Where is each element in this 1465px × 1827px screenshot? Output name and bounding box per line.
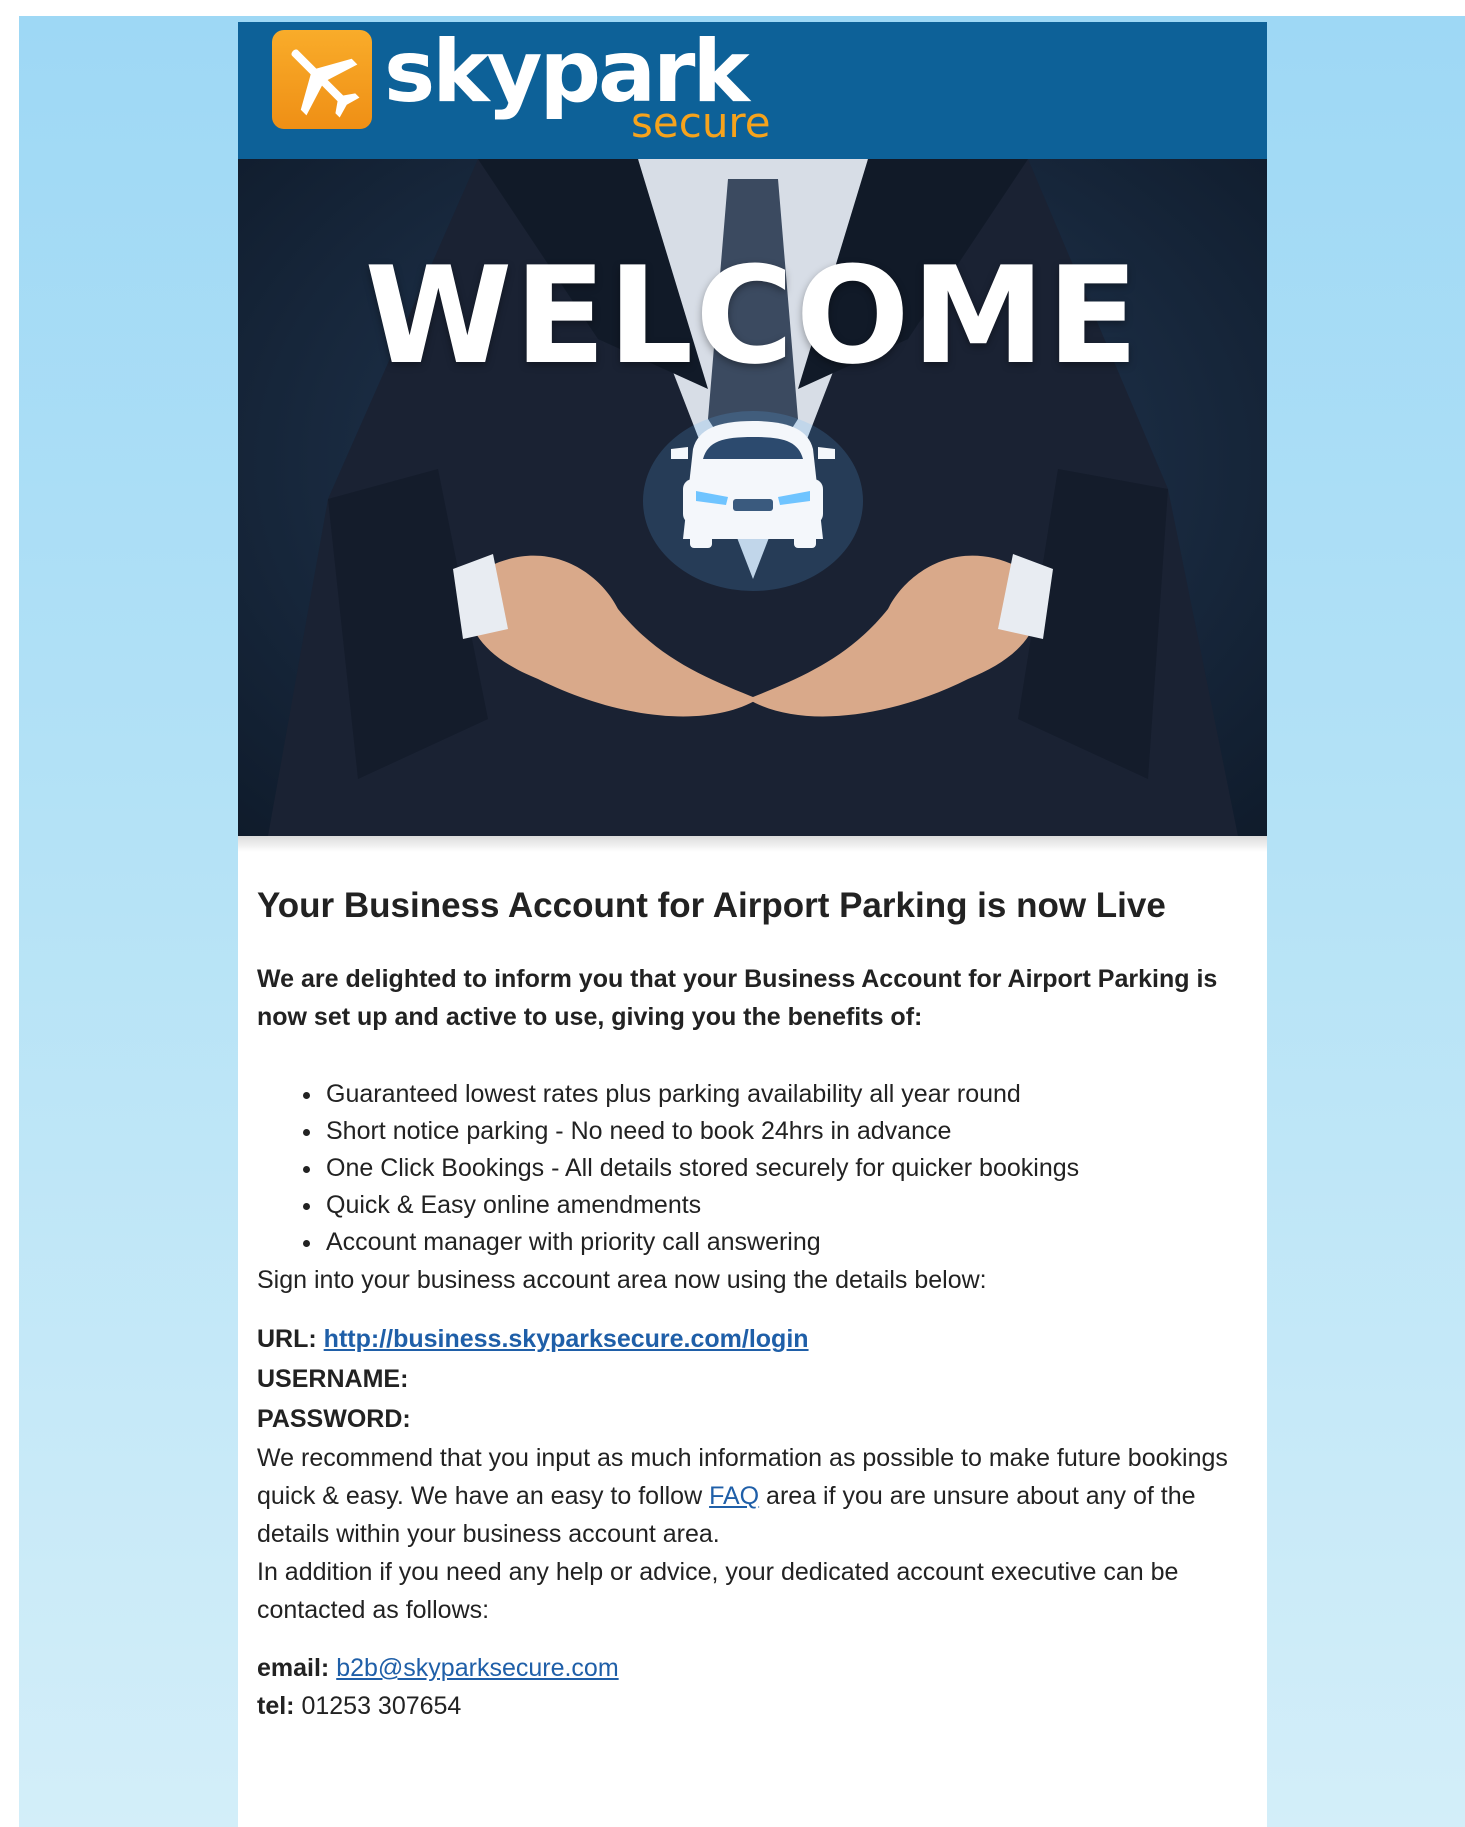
tel-value: 01253 307654 bbox=[301, 1692, 462, 1720]
divider-shadow bbox=[238, 836, 1267, 852]
url-label: URL: bbox=[257, 1325, 317, 1353]
credentials-block: URL: http://business.skyparksecure.com/l… bbox=[257, 1319, 1237, 1439]
benefits-list: Guaranteed lowest rates plus parking ava… bbox=[257, 1076, 1237, 1261]
brand-tagline: secure bbox=[631, 98, 771, 147]
list-item: Account manager with priority call answe… bbox=[324, 1224, 1237, 1261]
tel-row: tel: 01253 307654 bbox=[257, 1687, 1237, 1725]
list-item: One Click Bookings - All details stored … bbox=[324, 1150, 1237, 1187]
intro-text: We are delighted to inform you that your… bbox=[257, 965, 1218, 1031]
tel-label: tel: bbox=[257, 1692, 295, 1720]
recommend-text: We recommend that you input as much info… bbox=[257, 1439, 1237, 1553]
page-title: Your Business Account for Airport Parkin… bbox=[257, 886, 1166, 925]
faq-link[interactable]: FAQ bbox=[709, 1482, 759, 1510]
list-item: Short notice parking - No need to book 2… bbox=[324, 1113, 1237, 1150]
email-row: email: b2b@skyparksecure.com bbox=[257, 1649, 1237, 1687]
hero-image: WELCOME bbox=[238, 159, 1267, 836]
list-item: Guaranteed lowest rates plus parking ava… bbox=[324, 1076, 1237, 1113]
email-link[interactable]: b2b@skyparksecure.com bbox=[336, 1654, 618, 1682]
password-label: PASSWORD: bbox=[257, 1405, 411, 1433]
hero-title: WELCOME bbox=[364, 238, 1141, 394]
url-row: URL: http://business.skyparksecure.com/l… bbox=[257, 1319, 1237, 1359]
contact-block: email: b2b@skyparksecure.com tel: 01253 … bbox=[257, 1649, 1237, 1725]
email-label: email: bbox=[257, 1654, 330, 1682]
email-header: skypark secure bbox=[238, 22, 1267, 159]
airplane-icon bbox=[272, 30, 372, 129]
email-body: skypark secure WELCOME Your Business Acc… bbox=[238, 22, 1267, 1827]
email-content: Your Business Account for Airport Parkin… bbox=[257, 882, 1237, 1725]
login-link[interactable]: http://business.skyparksecure.com/login bbox=[324, 1325, 809, 1353]
list-item: Quick & Easy online amendments bbox=[324, 1187, 1237, 1224]
addition-text: In addition if you need any help or advi… bbox=[257, 1558, 1179, 1624]
username-label: USERNAME: bbox=[257, 1365, 409, 1393]
signin-text: Sign into your business account area now… bbox=[257, 1266, 987, 1294]
